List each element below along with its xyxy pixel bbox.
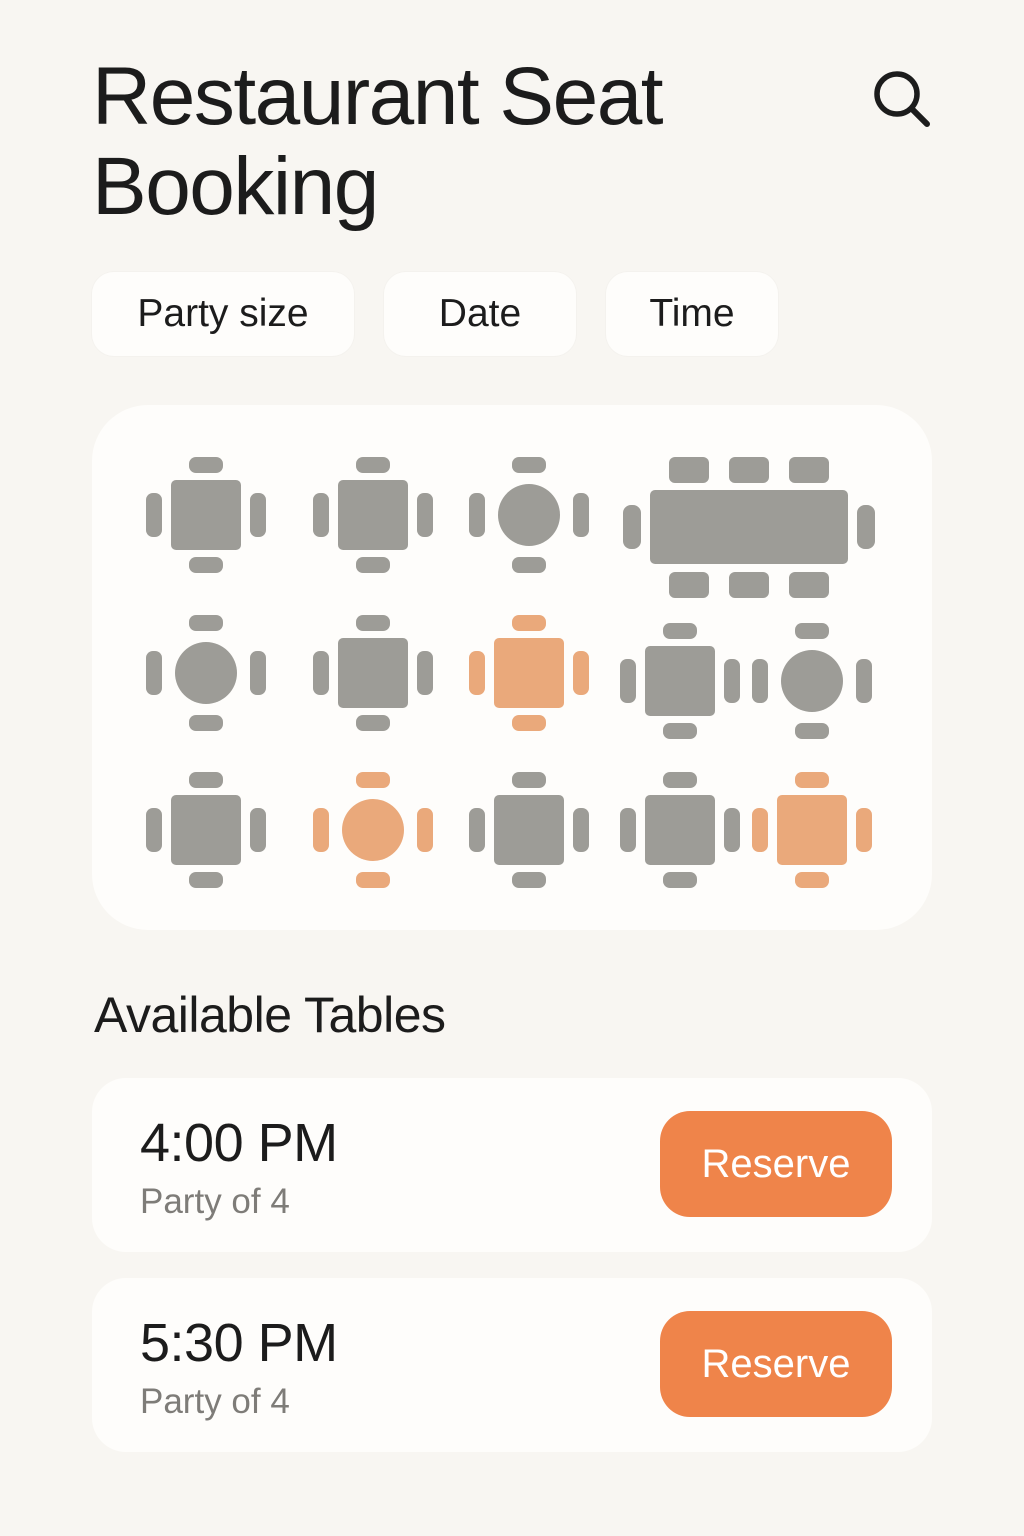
time-filter-label: Time <box>649 292 735 335</box>
time-slot-card: 4:00 PM Party of 4 Reserve <box>92 1078 932 1252</box>
slot-time: 4:00 PM <box>140 1113 338 1173</box>
slot-party-size: Party of 4 <box>140 1182 290 1221</box>
table-round-unavailable[interactable] <box>469 457 589 573</box>
slot-time: 5:30 PM <box>140 1313 338 1373</box>
table-square-unavailable[interactable] <box>146 457 266 573</box>
date-filter[interactable]: Date <box>384 272 576 356</box>
floor-plan-map <box>146 457 875 888</box>
party-size-filter[interactable]: Party size <box>92 272 354 356</box>
table-square-unavailable[interactable] <box>620 772 740 888</box>
table-round-available[interactable] <box>313 772 433 888</box>
party-size-filter-label: Party size <box>137 292 309 335</box>
reserve-button[interactable]: Reserve <box>660 1311 892 1417</box>
table-square-unavailable[interactable] <box>146 772 266 888</box>
reserve-button[interactable]: Reserve <box>660 1111 892 1217</box>
table-round-unavailable[interactable] <box>146 615 266 731</box>
time-filter[interactable]: Time <box>606 272 778 356</box>
table-long-unavailable[interactable] <box>623 457 875 598</box>
table-square-unavailable[interactable] <box>469 772 589 888</box>
table-square-unavailable[interactable] <box>313 457 433 573</box>
slot-party-size: Party of 4 <box>140 1382 290 1421</box>
table-square-available[interactable] <box>469 615 589 731</box>
floor-plan <box>92 405 932 930</box>
search-button[interactable] <box>862 58 942 138</box>
available-tables-heading: Available Tables <box>94 987 446 1043</box>
search-icon <box>874 71 930 127</box>
table-round-unavailable[interactable] <box>752 623 872 739</box>
table-square-unavailable[interactable] <box>620 623 740 739</box>
page-title: Restaurant Seat Booking <box>92 51 664 232</box>
date-filter-label: Date <box>438 292 522 335</box>
time-slot-card: 5:30 PM Party of 4 Reserve <box>92 1278 932 1452</box>
table-square-available[interactable] <box>752 772 872 888</box>
table-square-unavailable[interactable] <box>313 615 433 731</box>
